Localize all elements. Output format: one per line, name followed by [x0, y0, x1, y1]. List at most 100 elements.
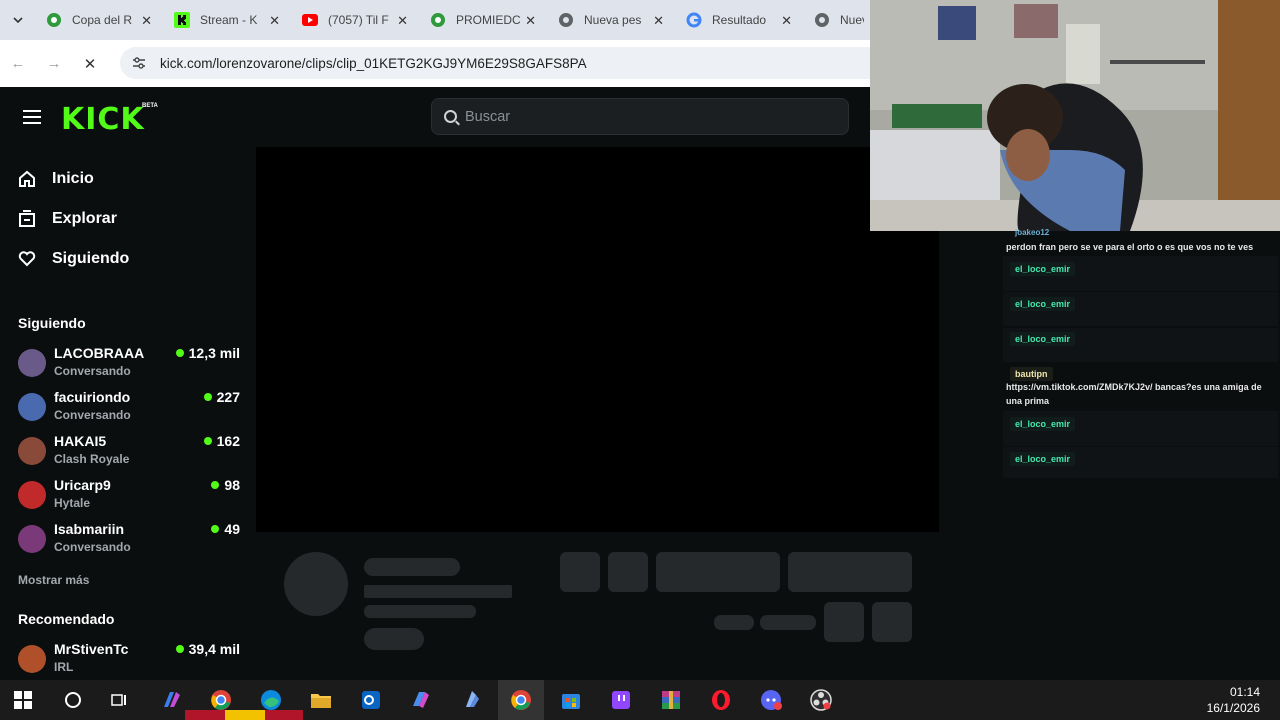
sidebar-item-explorar[interactable]: Explorar	[18, 204, 117, 234]
file-explorer-icon[interactable]	[306, 685, 336, 715]
url-omnibox[interactable]: kick.com/lorenzovarone/clips/clip_01KETG…	[120, 47, 870, 79]
url-text: kick.com/lorenzovarone/clips/clip_01KETG…	[160, 55, 587, 71]
close-icon[interactable]: ✕	[781, 13, 792, 29]
show-more-link[interactable]: Mostrar más	[18, 573, 89, 587]
viewer-count: 12,3 mil	[175, 345, 240, 361]
skeleton-line	[364, 558, 460, 576]
twitch-icon[interactable]	[606, 685, 636, 715]
address-bar-row: ← → ✕ kick.com/lorenzovarone/clips/clip_…	[0, 40, 870, 87]
soccer-ball-icon	[47, 13, 61, 27]
viewer-count: 227	[203, 389, 240, 405]
nav-label: Inicio	[52, 170, 94, 187]
task-view-icon[interactable]	[104, 685, 134, 715]
live-dot-icon	[203, 393, 212, 401]
webcam-overlay	[870, 0, 1280, 231]
beta-badge: BETA	[142, 103, 158, 109]
avatar	[18, 349, 46, 377]
edge-icon[interactable]	[256, 685, 286, 715]
browser-tab[interactable]: Copa del R ✕	[36, 0, 164, 40]
tab-title: Nueva	[840, 13, 864, 27]
following-section-title: Siguiendo	[18, 315, 86, 331]
live-dot-icon	[203, 437, 212, 445]
browser-tab[interactable]: (7057) Til F ✕	[292, 0, 420, 40]
channel-name: HAKAI5	[54, 433, 107, 449]
live-dot-icon	[211, 481, 220, 489]
copilot-icon[interactable]	[156, 685, 186, 715]
close-icon[interactable]: ✕	[141, 13, 152, 29]
close-icon[interactable]: ✕	[653, 13, 664, 29]
browser-tab[interactable]: Resultado ✕	[676, 0, 804, 40]
clock-time: 01:14	[1229, 685, 1260, 699]
sidebar-item-inicio[interactable]: Inicio	[18, 164, 94, 194]
live-dot-icon	[175, 349, 184, 357]
site-header: KICK BETA	[0, 87, 870, 147]
skeleton-line	[364, 628, 424, 650]
viewer-count-text: 49	[224, 521, 240, 537]
chrome-icon[interactable]	[498, 680, 544, 720]
home-icon	[19, 170, 35, 187]
channel-name: MrStivenTc	[54, 641, 129, 657]
chat-username: el_loco_emir	[1010, 332, 1076, 346]
tab-title: Nueva pes	[584, 13, 642, 27]
tab-title: Copa del R	[72, 13, 133, 27]
forward-arrow-icon[interactable]: →	[36, 55, 72, 72]
channel-item[interactable]: LACOBRAAA Conversando 12,3 mil	[18, 345, 240, 385]
winrar-icon[interactable]	[656, 685, 686, 715]
nav-label: Explorar	[52, 210, 117, 227]
browser-tab[interactable]: PROMIEDC ✕	[420, 0, 548, 40]
viewer-count-text: 39,4 mil	[188, 641, 240, 657]
kick-logo[interactable]: KICK	[61, 102, 145, 137]
microsoft-store-icon[interactable]	[556, 685, 586, 715]
channel-name: Isabmariin	[54, 521, 125, 537]
taskbar-clock[interactable]: 01:14 16/1/2026	[1207, 684, 1260, 716]
close-icon[interactable]: ✕	[269, 13, 280, 29]
obs-icon[interactable]	[806, 685, 836, 715]
live-dot-icon	[211, 525, 220, 533]
video-player[interactable]	[256, 147, 939, 532]
channel-item[interactable]: facuiriondo Conversando 227	[18, 389, 240, 429]
search-icon[interactable]	[58, 685, 88, 715]
app-icon[interactable]	[456, 685, 486, 715]
close-icon[interactable]: ✕	[397, 13, 408, 29]
search-box[interactable]	[431, 98, 849, 135]
viewer-count-text: 98	[224, 477, 240, 493]
skeleton-button	[872, 602, 912, 642]
back-arrow-icon[interactable]: ←	[0, 55, 36, 72]
site-settings-icon[interactable]	[132, 56, 146, 70]
channel-item[interactable]: Isabmariin Conversando 49	[18, 521, 240, 561]
opera-icon[interactable]	[706, 685, 736, 715]
windows-start-icon[interactable]	[8, 685, 38, 715]
chrome-icon[interactable]	[206, 685, 236, 715]
viewer-count: 162	[203, 433, 240, 449]
channel-item[interactable]: Uricarp9 Hytale 98	[18, 477, 240, 517]
discord-icon[interactable]	[756, 685, 786, 715]
search-input[interactable]	[465, 108, 835, 125]
nav-label: Siguiendo	[52, 250, 130, 267]
sidebar-item-siguiendo[interactable]: Siguiendo	[18, 244, 129, 274]
avatar	[18, 645, 46, 673]
chat-username: joakeo12	[1015, 228, 1050, 237]
sidebar: Inicio Explorar Siguiendo Siguiendo LACO…	[0, 147, 256, 680]
chat-username: bautipn	[1010, 367, 1053, 381]
channel-item[interactable]: MrStivenTc IRL 39,4 mil	[18, 641, 240, 681]
outlook-icon[interactable]	[356, 685, 386, 715]
stop-loading-icon[interactable]: ✕	[72, 55, 108, 73]
channel-category: Clash Royale	[54, 452, 130, 466]
close-icon[interactable]: ✕	[525, 13, 536, 29]
browser-tab[interactable]: Nueva	[804, 0, 864, 40]
microsoft-365-icon[interactable]	[406, 685, 436, 715]
channel-item[interactable]: HAKAI5 Clash Royale 162	[18, 433, 240, 473]
browser-tab[interactable]: Nueva pes ✕	[548, 0, 676, 40]
skeleton-pill	[714, 615, 754, 630]
chat-message-text: https://vm.tiktok.com/ZMDk7KJ2v/ bancas?…	[1006, 382, 1262, 406]
skeleton-pill	[760, 615, 816, 630]
menu-icon[interactable]	[23, 110, 41, 124]
heart-icon	[18, 251, 36, 267]
channel-category: IRL	[54, 660, 74, 674]
chat-username: el_loco_emir	[1010, 452, 1076, 466]
tab-search-button[interactable]	[0, 0, 36, 40]
browser-tab[interactable]: Stream - K ✕	[164, 0, 292, 40]
chat-username: el_loco_emir	[1010, 262, 1076, 276]
skeleton-button	[788, 552, 912, 592]
avatar	[18, 437, 46, 465]
